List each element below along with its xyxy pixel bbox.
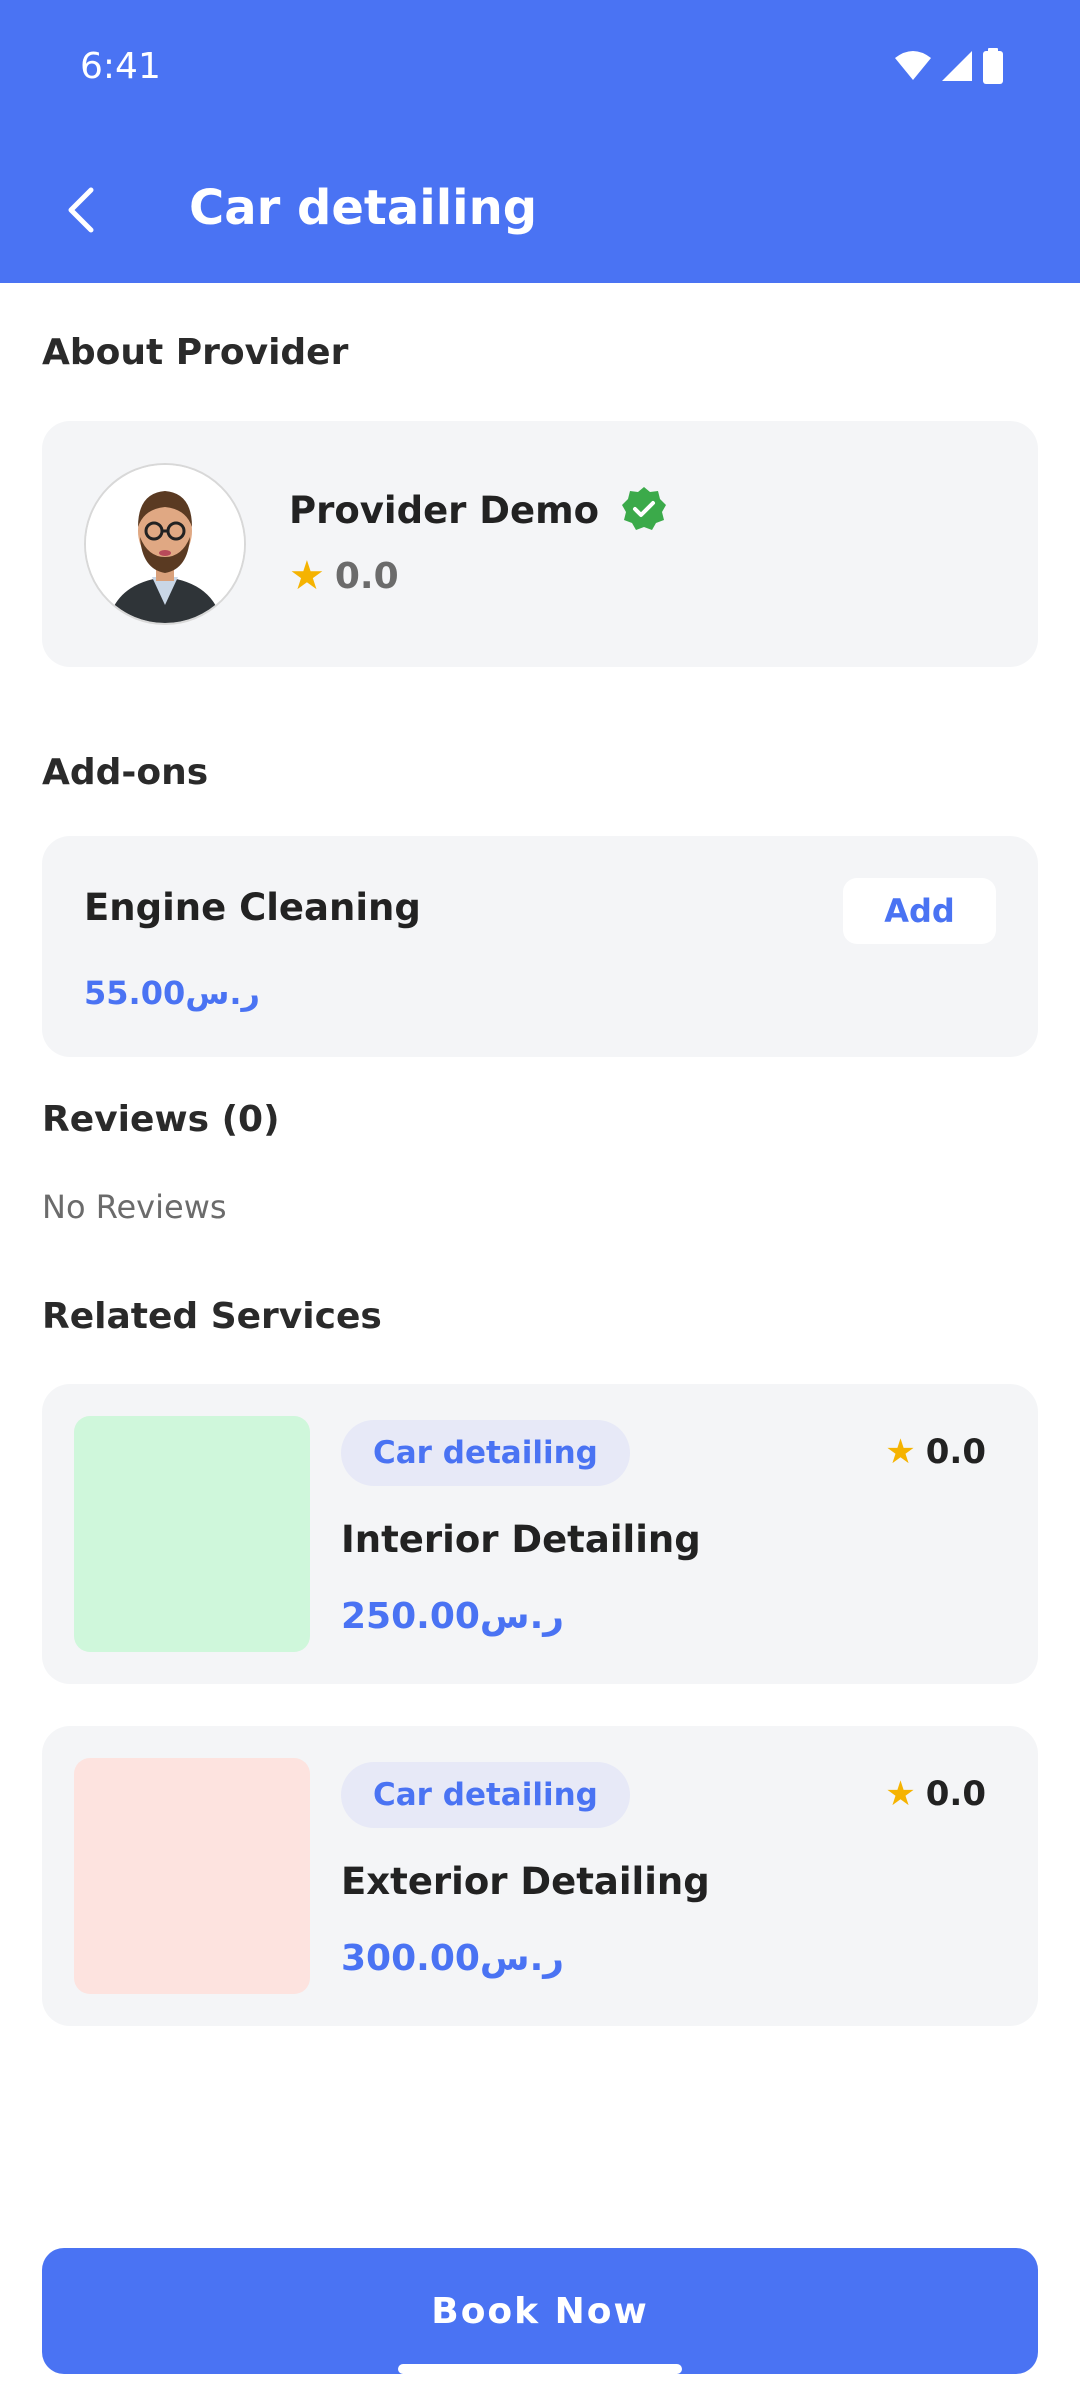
related-services-title: Related Services bbox=[42, 1296, 382, 1337]
status-icons bbox=[894, 48, 1004, 84]
service-thumbnail bbox=[74, 1416, 310, 1652]
no-reviews-text: No Reviews bbox=[42, 1188, 227, 1226]
wifi-icon bbox=[895, 51, 931, 80]
reviews-title: Reviews (0) bbox=[42, 1099, 280, 1140]
verified-badge-icon bbox=[622, 487, 666, 530]
addon-name: Engine Cleaning bbox=[84, 886, 421, 929]
service-name: Exterior Detailing bbox=[341, 1860, 710, 1903]
star-icon: ★ bbox=[885, 1432, 916, 1472]
service-category-chip: Car detailing bbox=[341, 1420, 630, 1486]
back-button[interactable] bbox=[48, 170, 112, 250]
service-price: 250.00ر.س bbox=[341, 1596, 564, 1637]
back-arrow-icon bbox=[68, 187, 94, 233]
service-thumbnail bbox=[74, 1758, 310, 1994]
avatar-image bbox=[86, 465, 244, 623]
provider-rating: ★ 0.0 bbox=[289, 553, 399, 599]
status-time: 6:41 bbox=[80, 46, 161, 87]
service-card[interactable]: Car detailing ★ 0.0 Interior Detailing 2… bbox=[42, 1384, 1038, 1684]
addon-card: Engine Cleaning Add 55.00ر.س bbox=[42, 836, 1038, 1057]
battery-icon bbox=[983, 48, 1003, 84]
provider-name: Provider Demo bbox=[289, 489, 600, 532]
addon-add-button[interactable]: Add bbox=[843, 878, 996, 944]
service-rating: ★ 0.0 bbox=[885, 1432, 986, 1472]
cell-signal-icon bbox=[942, 51, 972, 81]
provider-rating-value: 0.0 bbox=[334, 555, 399, 597]
star-icon: ★ bbox=[885, 1774, 916, 1814]
book-now-button[interactable]: Book Now bbox=[42, 2248, 1038, 2374]
service-name: Interior Detailing bbox=[341, 1518, 701, 1561]
home-indicator[interactable] bbox=[398, 2364, 682, 2374]
page-title: Car detailing bbox=[189, 180, 538, 236]
app-bar: 6:41 Car detailing bbox=[0, 0, 1080, 283]
addon-price: 55.00ر.س bbox=[84, 974, 260, 1012]
service-rating-value: 0.0 bbox=[925, 1432, 986, 1472]
service-card[interactable]: Car detailing ★ 0.0 Exterior Detailing 3… bbox=[42, 1726, 1038, 2026]
provider-card[interactable]: Provider Demo ★ 0.0 bbox=[42, 421, 1038, 667]
service-category-chip: Car detailing bbox=[341, 1762, 630, 1828]
service-rating-value: 0.0 bbox=[925, 1774, 986, 1814]
provider-avatar bbox=[84, 463, 246, 625]
service-price: 300.00ر.س bbox=[341, 1938, 564, 1979]
service-rating: ★ 0.0 bbox=[885, 1774, 986, 1814]
about-provider-title: About Provider bbox=[42, 332, 349, 373]
addons-title: Add-ons bbox=[42, 752, 209, 793]
star-icon: ★ bbox=[289, 553, 325, 599]
